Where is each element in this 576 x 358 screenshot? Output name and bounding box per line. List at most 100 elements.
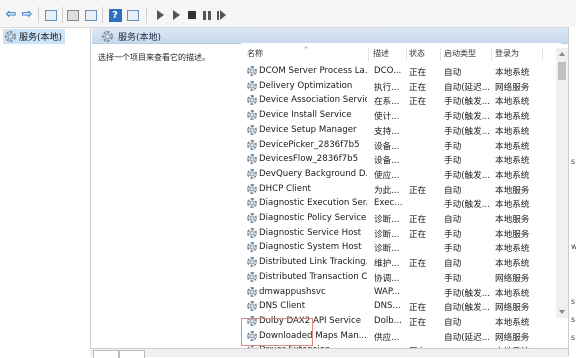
table-row[interactable]: DCOM Server Process La... DCO... 正在 自动 本地系统 — [241, 64, 561, 79]
table-row[interactable]: Diagnostic System Host 诊断... 手动 本地系统 — [241, 240, 561, 255]
services-list: 名称 ^ 描述 状态 启动类型 登录为 DCOM Server Process L… — [241, 43, 561, 356]
service-startup-cell: 手动 — [444, 229, 462, 240]
table-row[interactable]: Diagnostic Service Host 诊断... 正在 手动 本地服务 — [241, 226, 561, 241]
background-window-edge: s w s s s — [568, 27, 576, 356]
column-header-description[interactable]: 描述 — [373, 48, 407, 61]
toolbar: ⇦ ⇨ ? — [0, 4, 576, 28]
vertical-scrollbar[interactable] — [556, 48, 568, 318]
edge-text: s — [571, 333, 576, 342]
table-row[interactable]: DHCP Client 为此... 正在 自动 本地服务 — [241, 182, 561, 197]
service-description-cell: 诊断... — [374, 229, 400, 240]
edge-text: s — [571, 297, 576, 306]
service-name: DevicePicker_2836f7b5 — [259, 139, 360, 150]
service-name: Delivery Optimization — [259, 80, 353, 91]
table-row[interactable]: Diagnostic Execution Ser... Exec... 手动(触发.… — [241, 196, 561, 211]
scroll-down-icon[interactable] — [559, 310, 565, 314]
service-startup-cell: 手动(触发... — [444, 97, 490, 108]
service-login-cell: 本地系统 — [495, 317, 530, 328]
service-status-cell: 正在 — [409, 229, 427, 240]
scroll-up-icon[interactable] — [559, 52, 565, 56]
table-row[interactable]: dmwappushsvc WAP... 手动(触发... 本地系统 — [241, 285, 561, 300]
service-startup-cell: 自动 — [444, 259, 462, 270]
service-gear-icon — [247, 257, 257, 268]
service-name: Distributed Link Tracking... — [259, 257, 367, 268]
table-row[interactable]: Device Association Service 在系... 正在 手动(触发..… — [241, 93, 561, 108]
export-list-icon[interactable] — [84, 8, 98, 22]
start-service-icon[interactable] — [153, 8, 167, 22]
service-status-cell: 正在 — [409, 259, 427, 270]
service-description-cell: Dolb... — [374, 315, 402, 326]
service-status-cell: 正在 — [409, 303, 427, 314]
tab-extended[interactable] — [93, 350, 119, 358]
service-name-cell: DCOM Server Process La... — [247, 66, 367, 76]
table-row[interactable]: Diagnostic Policy Service 诊断... 正在 自动 本地服务 — [241, 211, 561, 226]
forward-icon[interactable]: ⇨ — [20, 8, 34, 22]
service-startup-cell: 手动(触发... — [444, 288, 490, 299]
service-name: Diagnostic Service Host — [259, 227, 362, 238]
service-startup-cell: 自动 — [444, 317, 462, 328]
service-name-cell: Device Install Service — [247, 110, 367, 121]
service-login-cell: 本地系统 — [495, 259, 530, 270]
stop-service-icon[interactable] — [185, 8, 199, 22]
table-row[interactable]: DNS Client DNS... 正在 自动(触发... 网络服务 — [241, 299, 561, 314]
service-gear-icon — [247, 168, 257, 179]
service-startup-cell: 手动 — [444, 244, 462, 255]
service-gear-icon — [247, 80, 257, 91]
scrollbar-thumb[interactable] — [558, 62, 566, 80]
column-header-status[interactable]: 状态 — [409, 48, 441, 61]
help-icon[interactable]: ? — [108, 8, 122, 22]
service-login-cell: 本地系统 — [495, 288, 530, 299]
service-description-cell: 执行... — [374, 82, 400, 93]
service-startup-cell: 手动(触发... — [444, 170, 490, 181]
table-row[interactable]: Device Install Service 使计... 手动(触发... 本地系统 — [241, 108, 561, 123]
service-name: Device Setup Manager — [259, 124, 357, 135]
service-name: DevicesFlow_2836f7b5 — [259, 154, 359, 165]
service-description-cell: 设备... — [374, 141, 400, 152]
sort-ascending-icon: ^ — [303, 46, 309, 54]
list-header: 名称 ^ 描述 状态 启动类型 登录为 — [241, 43, 561, 63]
gear-icon — [102, 31, 113, 42]
toolbar-separator — [146, 7, 147, 23]
highlight-box — [241, 318, 313, 346]
service-startup-cell: 手动(触发... — [444, 126, 490, 137]
column-header-name[interactable]: 名称 ^ — [247, 46, 369, 61]
service-name-cell: Distributed Link Tracking... — [247, 257, 367, 268]
edge-text: s — [571, 157, 576, 166]
service-description-cell: DCO... — [374, 66, 402, 76]
tree-item-label: 服务(本地) — [19, 33, 63, 43]
service-name: DCOM Server Process La... — [259, 66, 367, 76]
toolbar-separator — [62, 7, 63, 23]
show-tree-icon[interactable] — [44, 8, 58, 22]
service-startup-cell: 手动 — [444, 156, 462, 167]
service-login-cell: 本地系统 — [495, 112, 530, 123]
console-tree: 服务(本地) — [0, 28, 91, 356]
service-startup-cell: 手动 — [444, 273, 462, 284]
service-gear-icon — [247, 95, 257, 106]
back-icon[interactable]: ⇦ — [4, 8, 18, 22]
table-row[interactable]: Distributed Link Tracking... 维护... 正在 自动 本地系… — [241, 255, 561, 270]
service-name: dmwappushsvc — [259, 286, 326, 297]
service-description-cell: 维护... — [374, 259, 400, 270]
service-login-cell: 本地服务 — [495, 185, 530, 196]
table-row[interactable]: Delivery Optimization 执行... 正在 自动(延迟... 网络服务 — [241, 79, 561, 94]
service-startup-cell: 手动(触发... — [444, 200, 490, 211]
table-row[interactable]: Distributed Transaction C... 协调... 手动 网络服务 — [241, 270, 561, 285]
table-row[interactable]: DevicePicker_2836f7b5 设备... 手动 本地系统 — [241, 138, 561, 153]
tab-standard[interactable] — [119, 350, 145, 358]
show-action-pane-icon[interactable] — [126, 8, 140, 22]
table-row[interactable]: Device Setup Manager 支持... 手动(触发... 本地系统 — [241, 123, 561, 138]
column-header-log-on-as[interactable]: 登录为 — [495, 48, 543, 61]
pause-service-icon[interactable] — [200, 8, 214, 22]
properties-icon[interactable] — [66, 8, 80, 22]
service-startup-cell: 手动(触发... — [444, 112, 490, 123]
tree-item-services-local[interactable]: 服务(本地) — [3, 29, 66, 44]
service-name: DevQuery Background D... — [259, 168, 367, 179]
service-login-cell: 本地系统 — [495, 97, 530, 108]
table-row[interactable]: DevicesFlow_2836f7b5 设备... 手动 本地系统 — [241, 152, 561, 167]
start-service-alt-icon[interactable] — [169, 8, 183, 22]
table-row[interactable]: DevQuery Background D... 使应... 手动(触发... 本地系… — [241, 167, 561, 182]
column-header-startup-type[interactable]: 启动类型 — [444, 48, 492, 61]
service-login-cell: 网络服务 — [495, 273, 530, 284]
restart-service-icon[interactable] — [214, 8, 228, 22]
service-name-cell: Diagnostic System Host — [247, 242, 367, 253]
